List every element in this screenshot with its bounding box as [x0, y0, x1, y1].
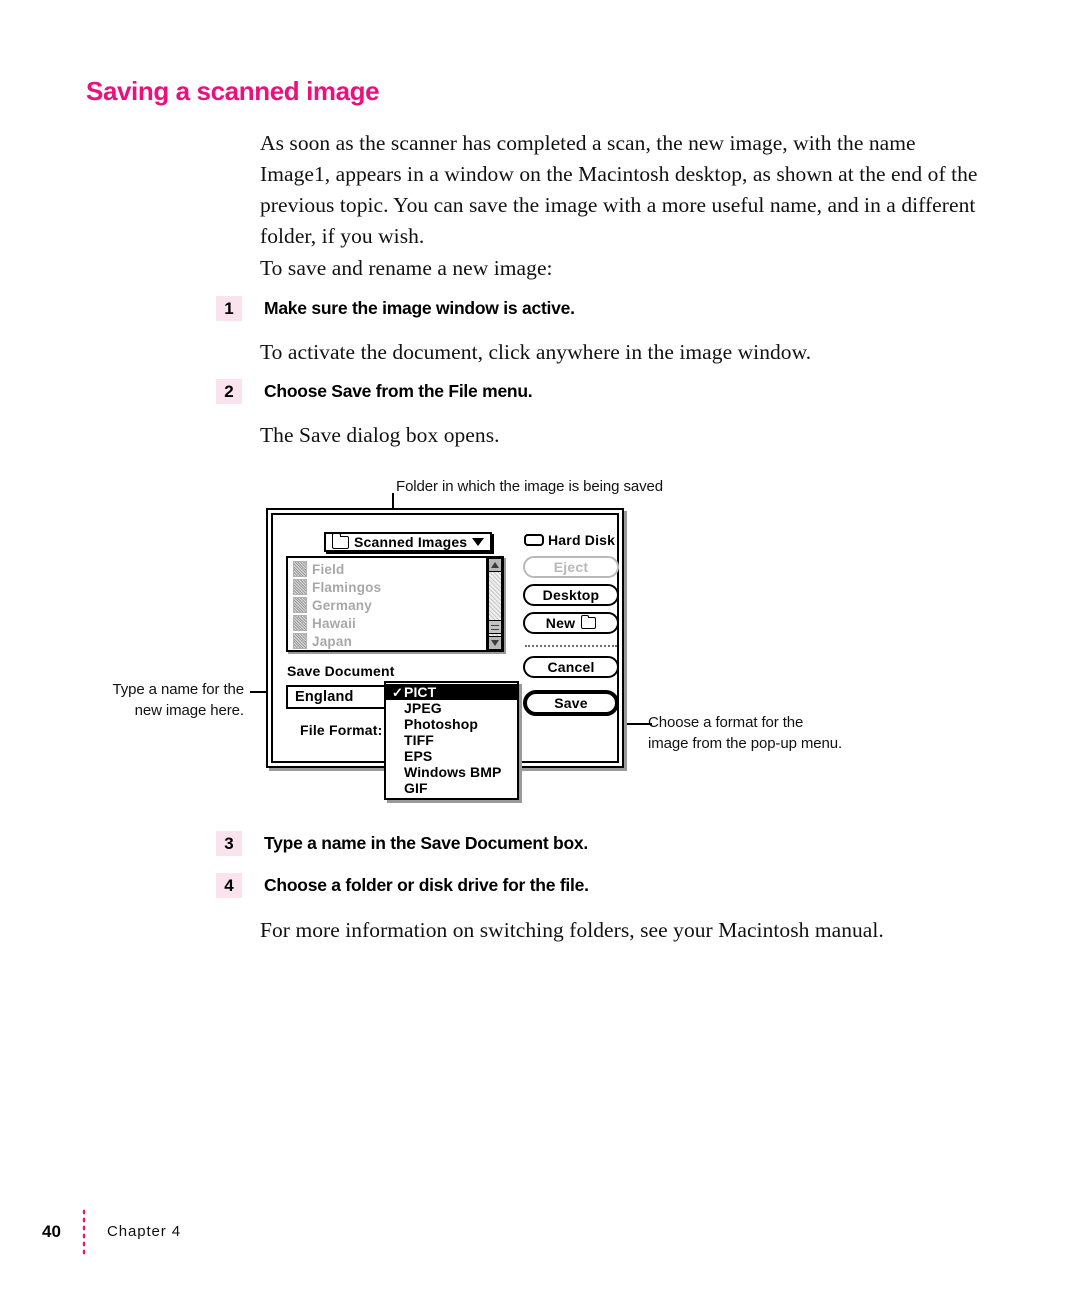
hard-disk-icon [524, 534, 544, 546]
list-item[interactable]: Field [288, 560, 484, 578]
page-title: Saving a scanned image [86, 76, 380, 106]
file-format-popup-menu[interactable]: ✓ PICT JPEG Photoshop TIFF EPS Windows B… [384, 681, 519, 800]
menu-item-pict[interactable]: ✓ PICT [386, 684, 517, 700]
menu-item-label: JPEG [404, 700, 442, 716]
step-2-detail: The Save dialog box opens. [260, 423, 500, 447]
step-number-badge: 1 [216, 296, 242, 321]
document-icon [293, 597, 307, 613]
callout-folder-label: Folder in which the image is being saved [396, 478, 663, 495]
checkmark-icon: ✓ [392, 684, 403, 700]
footer-dotted-rule [82, 1208, 86, 1256]
folder-popup-button[interactable]: Scanned Images [324, 532, 493, 552]
chevron-down-icon [472, 538, 485, 546]
step-1-detail: To activate the document, click anywhere… [260, 340, 812, 364]
step-label: Make sure the image window is active. [264, 298, 575, 318]
menu-item-label: Photoshop [404, 716, 478, 732]
menu-item-jpeg[interactable]: JPEG [386, 700, 517, 716]
menu-item-photoshop[interactable]: Photoshop [386, 716, 517, 732]
eject-button-label: Eject [553, 559, 589, 575]
menu-item-label: GIF [404, 780, 428, 796]
menu-item-label: EPS [404, 748, 433, 764]
volume-label: Hard Disk [548, 532, 616, 548]
callout-filename-line2: new image here. [134, 702, 245, 719]
filename-value: England [295, 689, 354, 705]
menu-item-label: PICT [404, 684, 437, 700]
menu-item-tiff[interactable]: TIFF [386, 732, 517, 748]
file-list: Field Flamingos Germany Hawaii Japan [288, 560, 484, 650]
desktop-button-label: Desktop [542, 587, 600, 603]
file-list-box[interactable]: Field Flamingos Germany Hawaii Japan [286, 556, 504, 652]
document-icon [293, 561, 307, 577]
footer-chapter-label: Chapter 4 [107, 1223, 181, 1240]
callout-format-line2: image from the pop-up menu. [648, 735, 843, 752]
new-folder-icon [580, 614, 597, 629]
document-icon [293, 579, 307, 595]
step-number-badge: 3 [216, 831, 242, 856]
list-item-label: Flamingos [312, 579, 382, 595]
eject-button[interactable]: Eject [523, 556, 619, 578]
list-item[interactable]: Hawaii [288, 614, 484, 632]
callout-format-line1: Choose a format for the [648, 714, 804, 731]
folder-popup-label: Scanned Images [354, 534, 468, 550]
callout-filename-label: Type a name for the new image here. [92, 679, 244, 721]
scroll-down-arrow-icon[interactable] [488, 636, 502, 650]
list-item[interactable]: Flamingos [288, 578, 484, 596]
lead-in-text: To save and rename a new image: [260, 256, 553, 280]
button-group-divider [525, 645, 617, 648]
list-item-label: Japan [312, 633, 353, 649]
callout-filename-line1: Type a name for the [112, 681, 244, 698]
step-number-badge: 4 [216, 873, 242, 898]
footer-page-number: 40 [42, 1222, 61, 1241]
scroll-up-arrow-icon[interactable] [488, 558, 502, 572]
step-number-badge: 2 [216, 379, 242, 404]
save-button-label: Save [554, 695, 588, 711]
document-icon [293, 633, 307, 649]
file-list-scrollbar[interactable] [486, 558, 502, 650]
list-item-label: Hawaii [312, 615, 356, 631]
cancel-button[interactable]: Cancel [523, 656, 619, 678]
step-label: Choose Save from the File menu. [264, 381, 533, 401]
cancel-button-label: Cancel [547, 659, 595, 675]
menu-item-eps[interactable]: EPS [386, 748, 517, 764]
volume-indicator: Hard Disk [524, 532, 615, 548]
menu-item-label: TIFF [404, 732, 434, 748]
intro-paragraph: As soon as the scanner has completed a s… [260, 131, 978, 248]
closing-paragraph: For more information on switching folder… [260, 918, 884, 942]
callout-format-label: Choose a format for the image from the p… [648, 712, 878, 754]
document-icon [293, 615, 307, 631]
file-format-label: File Format: [300, 722, 383, 738]
scrollbar-thumb[interactable] [488, 620, 502, 634]
save-document-label: Save Document [287, 663, 395, 679]
folder-icon [331, 532, 349, 549]
list-item-label: Germany [312, 597, 372, 613]
list-item-label: Field [312, 561, 345, 577]
new-folder-button-label: New [545, 615, 576, 631]
step-label: Choose a folder or disk drive for the fi… [264, 875, 589, 895]
save-button[interactable]: Save [523, 690, 619, 716]
menu-item-windows-bmp[interactable]: Windows BMP [386, 764, 517, 780]
step-label: Type a name in the Save Document box. [264, 833, 588, 853]
new-folder-button[interactable]: New [523, 612, 619, 634]
menu-item-gif[interactable]: GIF [386, 780, 517, 796]
list-item[interactable]: Germany [288, 596, 484, 614]
list-item[interactable]: Japan [288, 632, 484, 650]
desktop-button[interactable]: Desktop [523, 584, 619, 606]
menu-item-label: Windows BMP [404, 764, 502, 780]
